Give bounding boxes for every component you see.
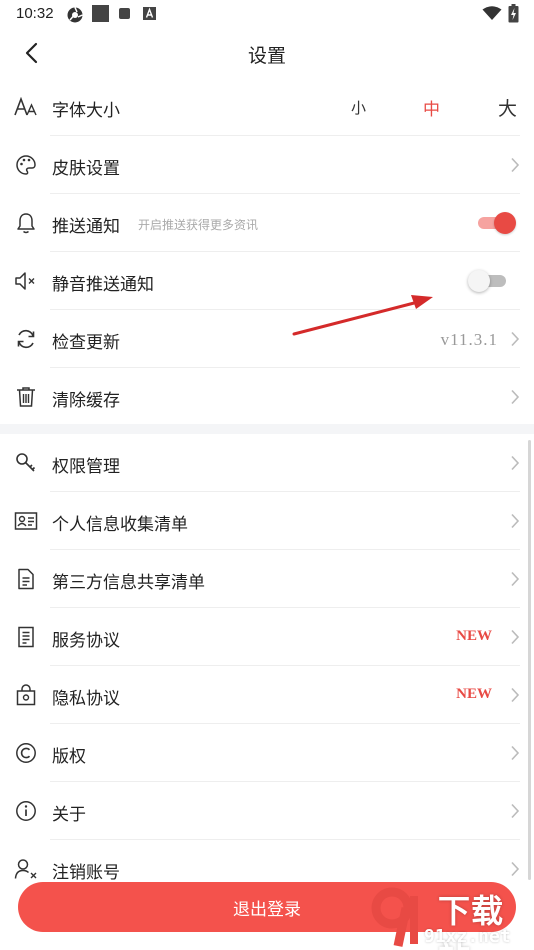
push-notification-hint: 开启推送获得更多资讯 [138, 218, 259, 232]
font-size-large-option[interactable]: 大 [498, 94, 517, 121]
page-title: 设置 [247, 45, 286, 67]
palette-icon [14, 154, 38, 176]
user-remove-icon [14, 858, 38, 880]
font-size-small-option[interactable]: 小 [351, 97, 366, 118]
chevron-right-icon [511, 513, 520, 529]
square-notification-icon [119, 8, 130, 19]
third-party-info-label: 第三方信息共享清单 [52, 573, 205, 593]
chevron-right-icon [511, 389, 520, 405]
privacy-agreement-label: 隐私协议 [52, 689, 120, 709]
font-size-row: 字体大小 小 中 大 [0, 78, 534, 136]
toggle-knob [468, 270, 490, 292]
status-time: 10:32 [16, 5, 54, 22]
third-party-info-row[interactable]: 第三方信息共享清单 [0, 550, 534, 608]
scrollbar[interactable] [528, 440, 531, 880]
app-notification-icon [67, 7, 83, 23]
copyright-row[interactable]: 版权 [0, 724, 534, 782]
id-card-icon [14, 510, 38, 532]
clear-cache-label: 清除缓存 [52, 391, 120, 411]
chevron-right-icon [511, 687, 520, 703]
chevron-right-icon [511, 629, 520, 645]
chevron-right-icon [511, 331, 520, 347]
font-size-label: 字体大小 [52, 101, 120, 121]
service-agreement-label: 服务协议 [52, 631, 120, 651]
app-version: v11.3.1 [440, 330, 498, 349]
wifi-icon [482, 6, 502, 20]
lock-bag-icon [14, 684, 38, 706]
section-separator [0, 424, 534, 434]
font-size-icon [14, 96, 38, 118]
clear-cache-row[interactable]: 清除缓存 [0, 368, 534, 426]
font-size-medium-option[interactable]: 中 [423, 95, 440, 120]
permissions-row[interactable]: 权限管理 [0, 434, 534, 492]
logout-label: 退出登录 [233, 899, 301, 920]
chevron-right-icon [511, 157, 520, 173]
copyright-label: 版权 [52, 747, 86, 767]
watermark-logo-icon [371, 887, 418, 947]
chevron-right-icon [511, 455, 520, 471]
new-badge: NEW [456, 686, 492, 702]
image-notification-icon [92, 5, 109, 22]
speaker-mute-icon [14, 270, 38, 292]
bell-icon [14, 212, 38, 234]
check-update-row[interactable]: 检查更新 v11.3.1 [0, 310, 534, 368]
silent-push-row: 静音推送通知 [0, 252, 534, 310]
text-notification-icon [143, 7, 156, 20]
new-badge: NEW [456, 628, 492, 644]
refresh-icon [14, 328, 38, 350]
personal-info-row[interactable]: 个人信息收集清单 [0, 492, 534, 550]
personal-info-label: 个人信息收集清单 [52, 515, 188, 535]
key-icon [14, 452, 38, 474]
chevron-right-icon [511, 861, 520, 877]
toggle-knob [494, 212, 516, 234]
chevron-right-icon [511, 571, 520, 587]
silent-push-toggle[interactable] [468, 270, 508, 292]
document-lines-icon [14, 626, 38, 648]
check-update-label: 检查更新 [52, 333, 120, 353]
permissions-label: 权限管理 [52, 457, 120, 477]
battery-icon [508, 4, 519, 23]
push-notification-row: 推送通知 开启推送获得更多资讯 [0, 194, 534, 252]
skin-settings-row[interactable]: 皮肤设置 [0, 136, 534, 194]
site-watermark: 下载站 91xz.net [360, 884, 534, 950]
about-row[interactable]: 关于 [0, 782, 534, 840]
watermark-url: 91xz.net [424, 926, 511, 947]
skin-settings-label: 皮肤设置 [52, 159, 120, 179]
about-label: 关于 [52, 805, 86, 825]
silent-push-label: 静音推送通知 [52, 275, 154, 295]
service-agreement-row[interactable]: 服务协议 NEW [0, 608, 534, 666]
push-notification-toggle[interactable] [476, 212, 516, 234]
privacy-agreement-row[interactable]: 隐私协议 NEW [0, 666, 534, 724]
document-icon [14, 568, 38, 590]
cancel-account-label: 注销账号 [52, 863, 120, 883]
push-notification-label: 推送通知 [52, 217, 120, 237]
copyright-icon [14, 742, 38, 764]
info-icon [14, 800, 38, 822]
chevron-right-icon [511, 745, 520, 761]
status-bar: 10:32 [0, 0, 534, 28]
chevron-right-icon [511, 803, 520, 819]
trash-icon [14, 386, 38, 408]
app-header: 设置 [0, 28, 534, 78]
